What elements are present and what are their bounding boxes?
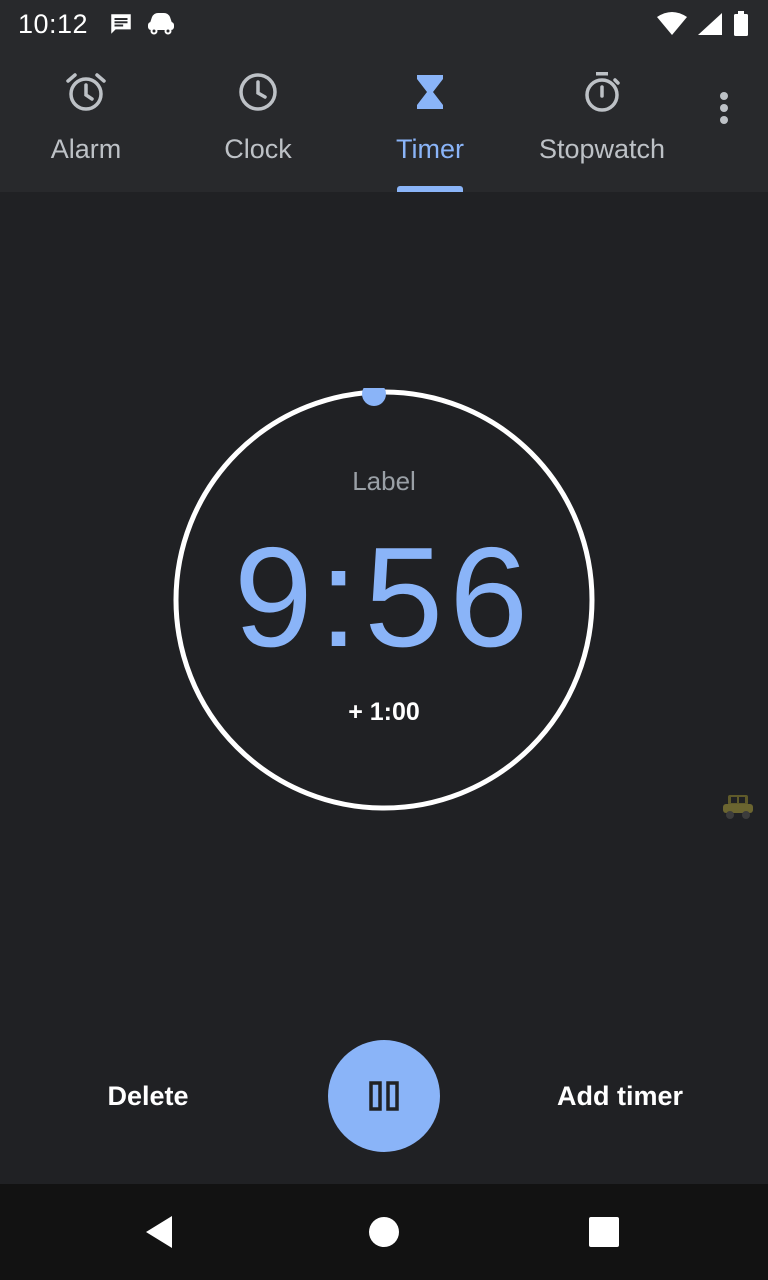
tab-clock-label: Clock <box>224 134 292 164</box>
back-triangle-icon <box>146 1216 172 1248</box>
tab-indicator <box>397 186 463 192</box>
tab-alarm-label: Alarm <box>50 134 122 164</box>
status-bar: 10:12 <box>0 0 768 48</box>
battery-icon <box>734 11 748 36</box>
timer-remaining-time: 9:56 <box>233 518 535 677</box>
hourglass-icon <box>408 70 452 114</box>
tab-timer-label: Timer <box>396 134 464 164</box>
wifi-icon <box>657 12 687 35</box>
pause-icon <box>369 1081 399 1111</box>
nav-home-button[interactable] <box>360 1208 408 1256</box>
more-vert-icon <box>720 92 728 124</box>
nav-back-button[interactable] <box>136 1208 184 1256</box>
timer-label[interactable]: Label <box>284 466 484 497</box>
tab-bar: Alarm Clock Timer Stopwatch <box>0 48 768 192</box>
alarm-icon <box>64 70 108 114</box>
delete-button[interactable]: Delete <box>78 1072 218 1120</box>
tab-stopwatch-label: Stopwatch <box>538 134 666 164</box>
pause-button[interactable] <box>328 1040 440 1152</box>
overflow-menu-button[interactable] <box>700 78 748 138</box>
add-one-minute-button[interactable]: + 1:00 <box>314 698 454 727</box>
add-timer-button[interactable]: Add timer <box>540 1072 700 1120</box>
recents-square-icon <box>589 1217 619 1247</box>
status-system-icons <box>656 10 750 38</box>
navigation-bar <box>0 1184 768 1280</box>
car-icon <box>148 13 175 35</box>
message-icon <box>111 14 131 34</box>
tab-stopwatch[interactable]: Stopwatch <box>532 48 672 192</box>
clock-icon <box>236 70 280 114</box>
stopwatch-icon <box>580 70 624 114</box>
status-time: 10:12 <box>18 8 89 39</box>
tab-timer[interactable]: Timer <box>370 48 490 192</box>
tab-clock[interactable]: Clock <box>198 48 318 192</box>
nav-recents-button[interactable] <box>580 1208 628 1256</box>
status-notification-icons <box>108 11 176 37</box>
home-circle-icon <box>369 1217 399 1247</box>
tab-alarm[interactable]: Alarm <box>26 48 146 192</box>
signal-icon <box>698 13 722 35</box>
screen: 10:12 Alarm Clock Timer Stopwatch Label … <box>0 0 768 1280</box>
car-sticker-icon <box>723 795 753 819</box>
progress-handle <box>362 388 386 406</box>
